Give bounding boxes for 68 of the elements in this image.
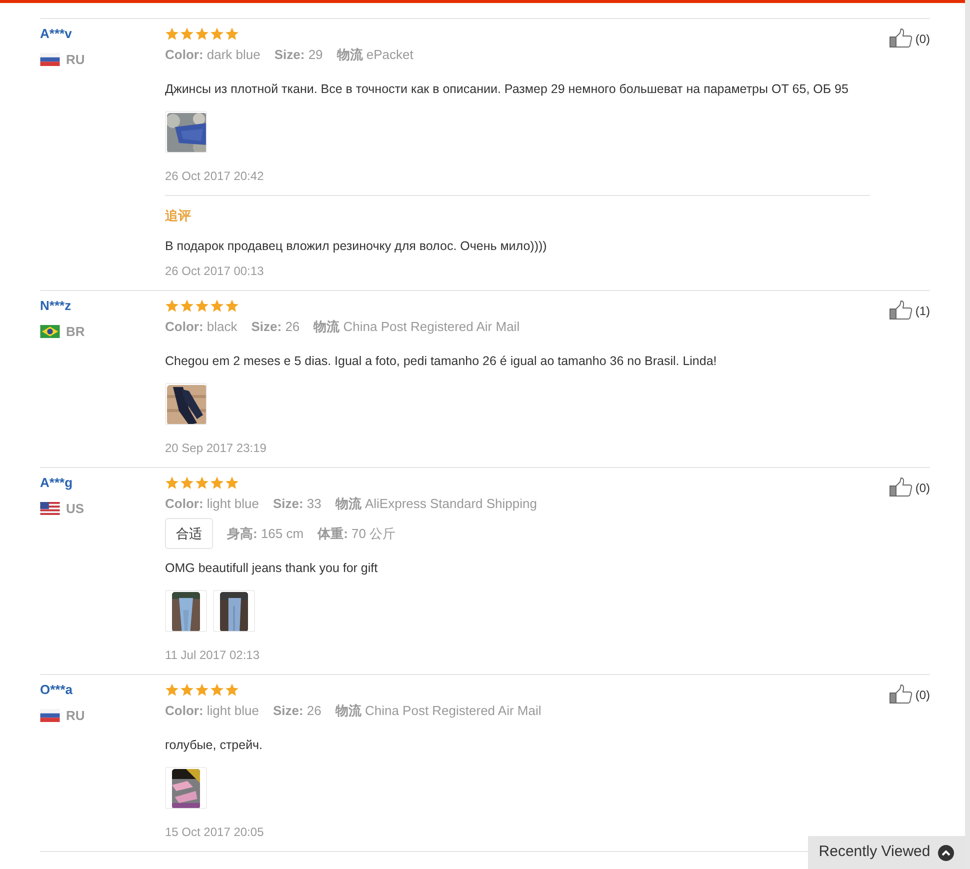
- attribute-text: 物流 China Post Registered Air Mail: [314, 318, 520, 336]
- star-icon: [165, 27, 179, 41]
- star-icon: [195, 476, 209, 490]
- thumbs-up-icon[interactable]: [889, 28, 914, 48]
- star-icon: [210, 476, 224, 490]
- fit-tag: 合适: [165, 518, 213, 550]
- star-icon: [195, 683, 209, 697]
- thumbs-up-icon[interactable]: [889, 684, 914, 704]
- flag-icon: [40, 53, 60, 66]
- review-date: 26 Oct 2017 20:42: [165, 168, 264, 185]
- thumbs-up-icon[interactable]: [889, 476, 914, 497]
- attribute-text: 物流 AliExpress Standard Shipping: [335, 494, 537, 513]
- flag-icon: [40, 325, 60, 338]
- review-text: Chegou em 2 meses e 5 dias. Igual a foto, pedi tamanho 26 é igual ao tamanho 36 no Brasil. Linda!: [165, 353, 717, 370]
- country-code: BR: [66, 323, 85, 341]
- attribute-text: Color: light blue: [165, 494, 259, 513]
- attribute-text: Size: 26: [251, 318, 300, 336]
- review-text: OMG beautifull jeans thank you for gift: [165, 560, 378, 578]
- reviewer-name[interactable]: O***a: [40, 680, 165, 700]
- like-count: (1): [915, 303, 930, 320]
- review-date: 20 Sep 2017 23:19: [165, 440, 266, 457]
- chevron-up-icon: [938, 844, 954, 860]
- star-icon: [180, 476, 194, 490]
- star-icon: [165, 683, 179, 697]
- star-icon: [210, 27, 224, 41]
- star-icon: [225, 476, 239, 490]
- like-count: (0): [915, 687, 930, 704]
- star-icon: [225, 27, 239, 41]
- star-icon: [195, 299, 209, 313]
- reviewer-name[interactable]: A***v: [40, 24, 165, 44]
- star-icon: [225, 683, 239, 697]
- star-icon: [195, 27, 209, 41]
- attribute-text: Color: black: [165, 318, 238, 336]
- like-count: (0): [915, 480, 930, 497]
- star-icon: [180, 299, 194, 313]
- review-text: Джинсы из плотной ткани. Все в точности как в описании. Размер 29 немного большеват на параметры ОТ 65, ОБ 95: [165, 81, 848, 98]
- attribute-text: Size: 29: [274, 46, 323, 64]
- country-code: RU: [66, 51, 85, 69]
- attribute-text: Color: dark blue: [165, 46, 260, 64]
- attribute-text: 物流 China Post Registered Air Mail: [335, 702, 542, 720]
- country-code: RU: [66, 707, 85, 725]
- followup-label: 追评: [165, 206, 191, 225]
- star-icon: [225, 299, 239, 313]
- like-count: (0): [915, 31, 930, 48]
- attribute-text: Size: 33: [272, 494, 322, 513]
- followup-date: 26 Oct 2017 00:13: [165, 263, 264, 280]
- flag-icon: [40, 709, 60, 722]
- star-icon: [165, 299, 179, 313]
- reviewer-name[interactable]: N***z: [40, 296, 165, 316]
- country-code: US: [66, 500, 84, 518]
- attribute-text: 体重: 70 公斤: [318, 524, 396, 543]
- recently-viewed-button[interactable]: Recently Viewed: [808, 836, 965, 869]
- reviewer-name[interactable]: A***g: [40, 472, 165, 493]
- review-date: 11 Jul 2017 02:13: [165, 647, 260, 664]
- review-date: 15 Oct 2017 20:05: [165, 824, 264, 841]
- star-icon: [180, 683, 194, 697]
- star-icon: [210, 299, 224, 313]
- attribute-text: Size: 26: [272, 702, 322, 720]
- review-text: голубые, стрейч.: [165, 737, 263, 754]
- star-icon: [165, 476, 179, 490]
- attribute-text: 物流 ePacket: [336, 46, 414, 64]
- followup-text: В подарок продавец вложил резиночку для волос. Очень мило)))): [165, 238, 547, 256]
- thumbs-up-icon[interactable]: [889, 300, 914, 320]
- star-icon: [210, 683, 224, 697]
- flag-icon: [40, 502, 60, 515]
- attribute-text: 身高: 165 cm: [227, 524, 304, 543]
- attribute-text: Color: light blue: [165, 702, 259, 720]
- star-icon: [180, 27, 194, 41]
